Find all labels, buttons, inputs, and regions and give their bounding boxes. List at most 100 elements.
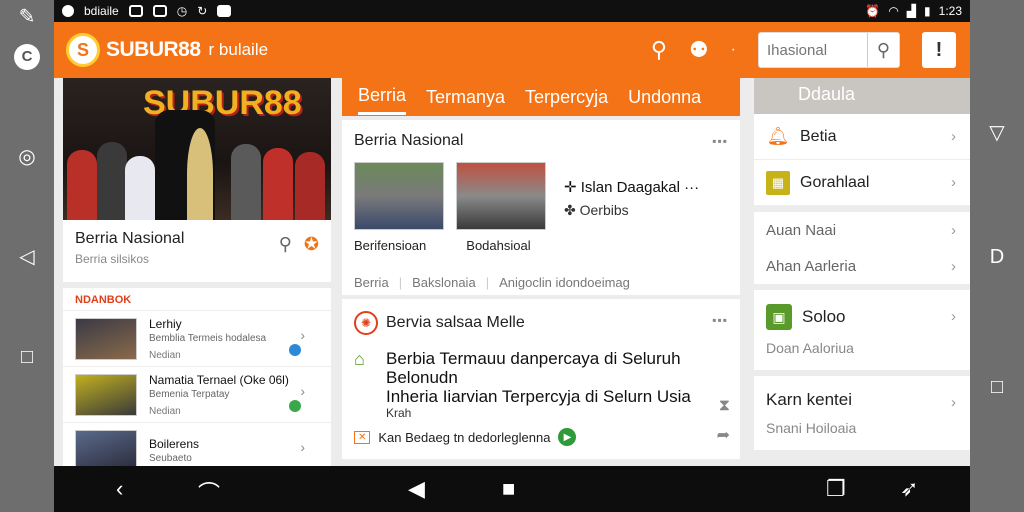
tab-undonna[interactable]: Undonna bbox=[628, 81, 701, 114]
person-figure bbox=[263, 148, 293, 220]
thumb-caption: Berifensioan bbox=[354, 238, 427, 253]
d-icon[interactable]: D bbox=[984, 244, 1010, 270]
right-item-label: Gorahlaal bbox=[800, 173, 870, 191]
tab-berria[interactable]: Berria bbox=[358, 79, 407, 115]
right-block-sub: Snani Hoiloaia bbox=[766, 420, 857, 436]
right-plain-label: Auan Naai bbox=[766, 221, 837, 239]
list-item-subtitle: Bemenia Terpatay bbox=[149, 388, 230, 400]
search-icon[interactable]: ⚲ bbox=[279, 234, 292, 255]
list-item-meta: Nedian bbox=[149, 405, 181, 417]
right-block-title: Soloo bbox=[802, 307, 846, 326]
tab-terpercyja[interactable]: Terpercyja bbox=[525, 81, 608, 114]
battery-icon: ▮ bbox=[924, 4, 931, 18]
left-column: SUBUR88 Berria Nasional Berria silsikos … bbox=[63, 78, 331, 478]
key-icon[interactable]: ⚲ bbox=[651, 37, 667, 63]
recents-icon[interactable]: ❐ bbox=[826, 476, 846, 502]
brand-sub: r bulaile bbox=[208, 40, 269, 59]
right-plain-label: Ahan Aarleria bbox=[766, 257, 857, 275]
signal-icon: ▟ bbox=[906, 4, 917, 18]
person-figure bbox=[67, 150, 97, 220]
chrome-icon[interactable]: C bbox=[14, 44, 40, 70]
search-input[interactable] bbox=[759, 41, 867, 59]
source-logo-icon: ✺ bbox=[354, 311, 378, 335]
list-item[interactable]: Lerhiy Bemblia Termeis hodalesa Nedian › bbox=[63, 310, 331, 366]
list-item-subtitle: Seubaeto bbox=[149, 453, 192, 464]
list-item-meta: Nedian bbox=[149, 349, 181, 361]
chevron-right-icon[interactable]: › bbox=[300, 439, 305, 455]
chevron-right-icon[interactable]: › bbox=[951, 308, 956, 325]
chevron-right-icon[interactable]: › bbox=[951, 222, 956, 239]
pin-icon: ✤ bbox=[564, 202, 580, 218]
news-card[interactable]: Berria Nasional ▪▪▪ ✛ Islan Daagakal ···… bbox=[342, 120, 740, 295]
bell-icon: 🔔︎ bbox=[766, 126, 790, 146]
chevron-right-icon[interactable]: › bbox=[951, 258, 956, 275]
square-side-icon[interactable]: □ bbox=[14, 344, 40, 370]
chevron-right-icon[interactable]: › bbox=[300, 327, 305, 343]
right-block-title: Karn kentei bbox=[766, 390, 852, 409]
square-right-icon[interactable]: □ bbox=[984, 374, 1010, 400]
chevron-right-icon[interactable]: › bbox=[300, 383, 305, 399]
tag-link[interactable]: Anigoclin idondoeimag bbox=[499, 275, 630, 290]
card-footer: Kan Bedaeg tn dedorleglenna bbox=[378, 429, 551, 445]
card-side-title: Islan Daagakal bbox=[580, 179, 680, 196]
back-outline-icon[interactable]: ‹ bbox=[116, 476, 123, 502]
clock-icon: ◷ bbox=[176, 4, 188, 18]
person-figure bbox=[125, 156, 155, 220]
share-icon[interactable]: ➦ bbox=[717, 425, 730, 445]
right-block[interactable]: ▣ Soloo Doan Aaloriua › bbox=[754, 290, 970, 370]
person-figure bbox=[231, 144, 261, 220]
right-item[interactable]: ▦ Gorahlaal › bbox=[754, 160, 970, 206]
news-thumbnail[interactable] bbox=[354, 162, 444, 230]
more-button[interactable]: ! bbox=[922, 32, 956, 68]
list-item[interactable]: Namatia Ternael (Oke 06l) Bemenia Terpat… bbox=[63, 366, 331, 422]
grid-icon: ▦ bbox=[766, 170, 790, 195]
tag-link[interactable]: Berria bbox=[354, 275, 389, 290]
news-thumbnail[interactable] bbox=[456, 162, 546, 230]
square-filled-icon bbox=[217, 5, 232, 17]
back-side-icon[interactable]: ◁ bbox=[14, 244, 40, 270]
list-item-title: Namatia Ternael (Oke 06l) bbox=[149, 372, 289, 387]
more-dots-icon[interactable]: ▪▪▪ bbox=[712, 313, 728, 327]
headline-small: Krah bbox=[386, 406, 412, 420]
chevron-right-icon[interactable]: › bbox=[951, 174, 956, 191]
home-icon[interactable]: ■ bbox=[502, 476, 515, 502]
hourglass-icon[interactable]: ⧗ bbox=[719, 397, 730, 415]
right-item[interactable]: 🔔︎ Betia › bbox=[754, 114, 970, 160]
hero-card[interactable]: Berria Nasional Berria silsikos ⚲ ✪ bbox=[63, 220, 331, 282]
headline[interactable]: Inheria Iiarvian Terpercyja di Selurn Us… bbox=[386, 387, 716, 406]
thumb-caption: Bodahsioal bbox=[466, 238, 531, 253]
tab-termanya[interactable]: Termanya bbox=[426, 81, 505, 114]
more-dots-icon[interactable]: ▪▪▪ bbox=[712, 134, 728, 148]
brand-logo-icon[interactable]: S bbox=[66, 33, 100, 67]
back-icon[interactable]: ◀ bbox=[408, 476, 425, 502]
search-box: ⚲ bbox=[758, 32, 900, 68]
right-block-sub: Doan Aaloriua bbox=[766, 340, 854, 356]
gesture-icon[interactable]: ➶ bbox=[900, 476, 918, 502]
list-item-title: Boilerens bbox=[149, 437, 200, 451]
status-bar: bdiaile ◷ ↻ ⏰ ◠ ▟ ▮ 1:23 bbox=[54, 0, 970, 22]
x-icon: ✕ bbox=[354, 430, 371, 444]
right-block[interactable]: Karn kentei Snani Hoiloaia › bbox=[754, 376, 970, 450]
play-icon[interactable]: ▶ bbox=[558, 428, 577, 446]
right-plain-item[interactable]: Auan Naai › bbox=[754, 212, 970, 248]
right-panel-header: Ddaula bbox=[754, 78, 970, 114]
chevron-right-icon[interactable]: › bbox=[951, 394, 956, 411]
chevron-right-icon[interactable]: › bbox=[951, 128, 956, 145]
dots-icon[interactable]: ··· bbox=[684, 179, 699, 196]
triangle-down-icon[interactable]: ▽ bbox=[984, 120, 1010, 146]
wifi-icon: ◠ bbox=[888, 4, 899, 18]
person-figure bbox=[295, 152, 325, 220]
edit-icon[interactable]: ✎ bbox=[14, 4, 40, 30]
hero-image[interactable]: SUBUR88 bbox=[63, 78, 331, 220]
badge-icon[interactable]: ✪ bbox=[304, 234, 319, 255]
headline[interactable]: Berbia Termauu danpercaya di Seluruh Bel… bbox=[386, 349, 716, 387]
brand-name[interactable]: SUBUR88 bbox=[106, 38, 201, 62]
person-figure bbox=[97, 142, 127, 220]
assistant-icon[interactable]: ⌒ bbox=[198, 476, 220, 508]
search-icon[interactable]: ⚲ bbox=[867, 33, 899, 67]
right-plain-item[interactable]: Ahan Aarleria › bbox=[754, 248, 970, 284]
user-icon[interactable]: ⚉ bbox=[689, 37, 709, 63]
camera-icon[interactable]: ◎ bbox=[14, 144, 40, 170]
tag-link[interactable]: Bakslonaia bbox=[412, 275, 476, 290]
news-card[interactable]: ✺ Bervia salsaa Melle ▪▪▪ ⌂ Berbia Terma… bbox=[342, 299, 740, 459]
